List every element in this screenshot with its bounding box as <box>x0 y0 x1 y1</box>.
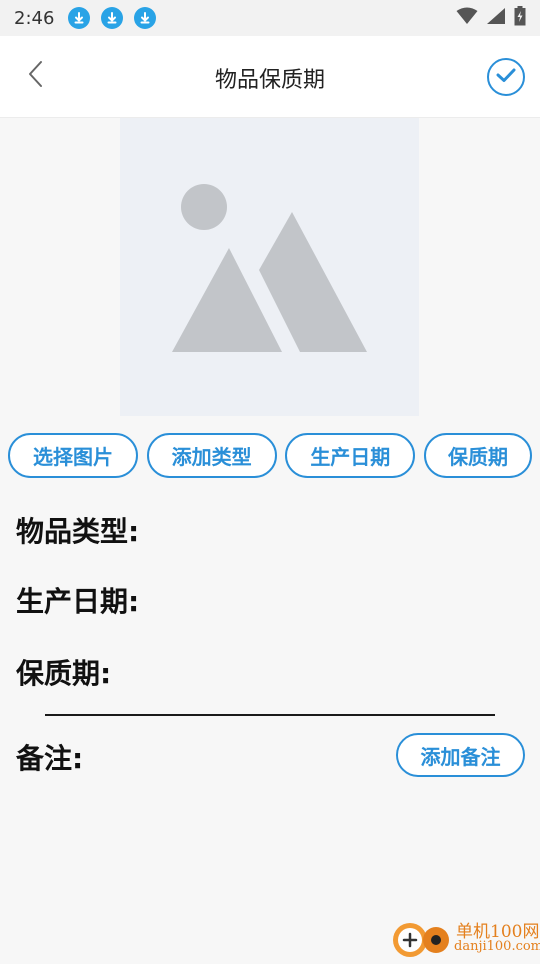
battery-icon <box>514 6 526 30</box>
watermark-url: danji100.com <box>454 939 540 954</box>
app-bar: 物品保质期 <box>0 36 540 118</box>
download-icon <box>101 7 124 29</box>
image-placeholder-icon <box>172 184 367 352</box>
status-time: 2:46 <box>14 7 55 29</box>
note-label: 备注: <box>16 742 84 775</box>
shelf-life-label: 保质期: <box>16 657 112 690</box>
item-image[interactable] <box>120 118 419 416</box>
add-type-button[interactable]: 添加类型 <box>146 433 277 478</box>
item-type-label: 物品类型: <box>16 515 140 548</box>
watermark-logo-icon <box>393 923 449 957</box>
watermark-logo: 单机100网 danji100.com <box>390 915 540 960</box>
production-date-button[interactable]: 生产日期 <box>285 433 416 478</box>
shelf-life-button[interactable]: 保质期 <box>423 433 532 478</box>
action-button-row: 选择图片 添加类型 生产日期 保质期 <box>8 433 532 478</box>
confirm-button[interactable] <box>487 58 525 96</box>
divider <box>45 714 495 716</box>
page-title: 物品保质期 <box>214 68 325 93</box>
signal-icon <box>486 7 506 29</box>
download-icon <box>68 7 91 29</box>
status-bar: 2:46 <box>0 0 540 36</box>
check-icon <box>495 66 517 88</box>
production-date-label: 生产日期: <box>16 585 140 618</box>
download-icon <box>134 7 157 29</box>
select-image-button[interactable]: 选择图片 <box>8 433 138 478</box>
add-note-button[interactable]: 添加备注 <box>396 733 525 777</box>
wifi-icon <box>456 7 478 29</box>
